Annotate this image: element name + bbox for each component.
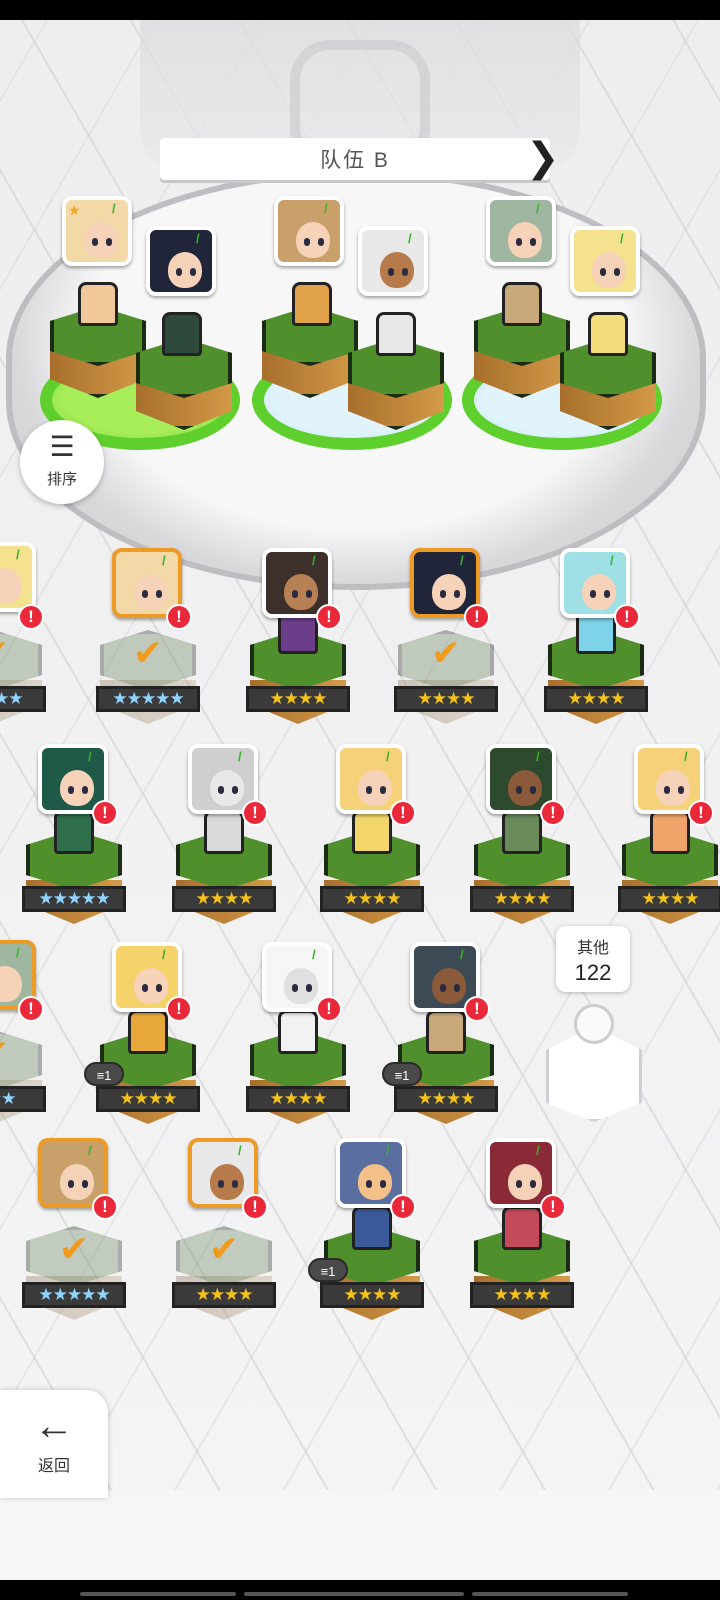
team-portrait[interactable]: /: [570, 226, 640, 296]
next-team-icon[interactable]: ❯: [526, 138, 560, 180]
team-sprite: [292, 282, 332, 326]
alert-badge-icon: !: [390, 800, 416, 826]
alert-badge-icon: !: [166, 996, 192, 1022]
team-sprite: [162, 312, 202, 356]
copies-badge: ≡1: [308, 1258, 348, 1282]
game-stage: ★/ / / / / / ❮ 队伍 B ❯ ☰ 排序 ✔★★★★ ✔★★★★★ …: [0, 20, 720, 1580]
leaf-icon: /: [620, 231, 624, 246]
leaf-icon: /: [324, 201, 328, 216]
temple-emblem: [290, 40, 430, 150]
roster-pedestal[interactable]: ★★★★: [470, 1206, 574, 1326]
roster-pedestal[interactable]: ✔ ★★★: [0, 1010, 46, 1130]
alert-badge-icon: !: [316, 604, 342, 630]
alert-badge-icon: !: [166, 604, 192, 630]
star-rating: ★★★★: [320, 1282, 424, 1308]
alert-badge-icon: !: [92, 1194, 118, 1220]
star-rating: ★★★★: [172, 886, 276, 912]
star-rating: ★★★: [0, 1086, 46, 1112]
leaf-icon: /: [408, 231, 412, 246]
alert-badge-icon: !: [242, 1194, 268, 1220]
nav-handle: [472, 1592, 628, 1596]
alert-badge-icon: !: [614, 604, 640, 630]
team-portrait[interactable]: ★ /: [62, 196, 132, 266]
alert-badge-icon: !: [540, 1194, 566, 1220]
star-rating: ★★★★★: [22, 886, 126, 912]
team-sprite: [376, 312, 416, 356]
star-rating: ★★★★: [394, 686, 498, 712]
roster-pedestal[interactable]: ★★★★: [320, 810, 424, 930]
sort-button[interactable]: ☰ 排序: [20, 420, 104, 504]
star-rating: ★★★★: [246, 686, 350, 712]
roster-pedestal[interactable]: ≡1 ★★★★: [308, 1206, 424, 1326]
alert-badge-icon: !: [464, 604, 490, 630]
team-sprite: [502, 282, 542, 326]
team-portrait[interactable]: /: [358, 226, 428, 296]
alert-badge-icon: !: [464, 996, 490, 1022]
team-portrait[interactable]: /: [146, 226, 216, 296]
team-portrait[interactable]: /: [486, 196, 556, 266]
roster-pedestal[interactable]: ★★★★: [470, 810, 574, 930]
roster-pedestal[interactable]: ✔ ★★★★: [0, 610, 46, 730]
roster-pedestal[interactable]: ✔ ★★★★★: [22, 1206, 126, 1326]
star-rating: ★★★★★: [22, 1282, 126, 1308]
selected-check-icon: ✔: [430, 632, 462, 673]
alert-badge-icon: !: [18, 604, 44, 630]
sort-icon: ☰: [49, 431, 75, 462]
alert-badge-icon: !: [688, 800, 714, 826]
star-rating: ★★★★: [544, 686, 648, 712]
bottom-bar: [0, 1490, 720, 1580]
leaf-icon: /: [536, 201, 540, 216]
system-nav-bar: [0, 1580, 720, 1600]
sort-label: 排序: [46, 471, 77, 488]
roster-pedestal[interactable]: ★★★★★: [22, 810, 126, 930]
team-title: 队伍 B: [160, 138, 550, 180]
roster-pedestal[interactable]: ★★★★: [172, 810, 276, 930]
copies-badge: ≡1: [382, 1062, 422, 1086]
selected-check-icon: ✔: [0, 635, 14, 671]
favorite-star-icon: ★: [68, 202, 81, 218]
team-portrait[interactable]: /: [274, 196, 344, 266]
back-label: 返回: [37, 1458, 70, 1475]
roster-pedestal[interactable]: ★★★★: [618, 810, 720, 930]
other-label: 其他: [576, 940, 609, 957]
alert-badge-icon: !: [18, 996, 44, 1022]
star-rating: ★★★★: [96, 1086, 200, 1112]
roster-pedestal[interactable]: ★★★★: [246, 1010, 350, 1130]
star-rating: ★★★★: [320, 886, 424, 912]
nav-handle: [244, 1592, 464, 1596]
star-rating: ★★★★★: [96, 686, 200, 712]
star-rating: ★★★★: [0, 686, 46, 712]
star-rating: ★★★★: [246, 1086, 350, 1112]
alert-badge-icon: !: [242, 800, 268, 826]
copies-badge: ≡1: [84, 1062, 124, 1086]
selected-check-icon: ✔: [208, 1228, 240, 1269]
selected-check-icon: ✔: [0, 1035, 14, 1071]
selected-check-icon: ✔: [58, 1228, 90, 1269]
alert-badge-icon: !: [316, 996, 342, 1022]
star-rating: ★★★★: [470, 1282, 574, 1308]
alert-badge-icon: !: [540, 800, 566, 826]
nav-handle: [80, 1592, 236, 1596]
team-sprite: [588, 312, 628, 356]
star-rating: ★★★★: [618, 886, 720, 912]
back-button[interactable]: ← 返回: [0, 1390, 108, 1498]
roster-portrait[interactable]: /: [0, 542, 36, 612]
star-rating: ★★★★: [470, 886, 574, 912]
alert-badge-icon: !: [92, 800, 118, 826]
leaf-icon: /: [196, 231, 200, 246]
back-arrow-icon: ←: [34, 1404, 74, 1448]
other-count: 122: [574, 960, 612, 985]
alert-badge-icon: !: [390, 1194, 416, 1220]
star-rating: ★★★★: [394, 1086, 498, 1112]
roster-pedestal[interactable]: ≡1 ★★★★: [84, 1010, 200, 1130]
selected-check-icon: ✔: [132, 632, 164, 673]
roster-pedestal[interactable]: ≡1 ★★★★: [382, 1010, 498, 1130]
placeholder-character-icon: [574, 1004, 614, 1044]
team-sprite: [78, 282, 118, 326]
star-rating: ★★★★: [172, 1282, 276, 1308]
roster-pedestal[interactable]: ✔ ★★★★: [172, 1206, 276, 1326]
other-count-bubble[interactable]: 其他 122: [556, 926, 630, 992]
leaf-icon: /: [112, 201, 116, 216]
